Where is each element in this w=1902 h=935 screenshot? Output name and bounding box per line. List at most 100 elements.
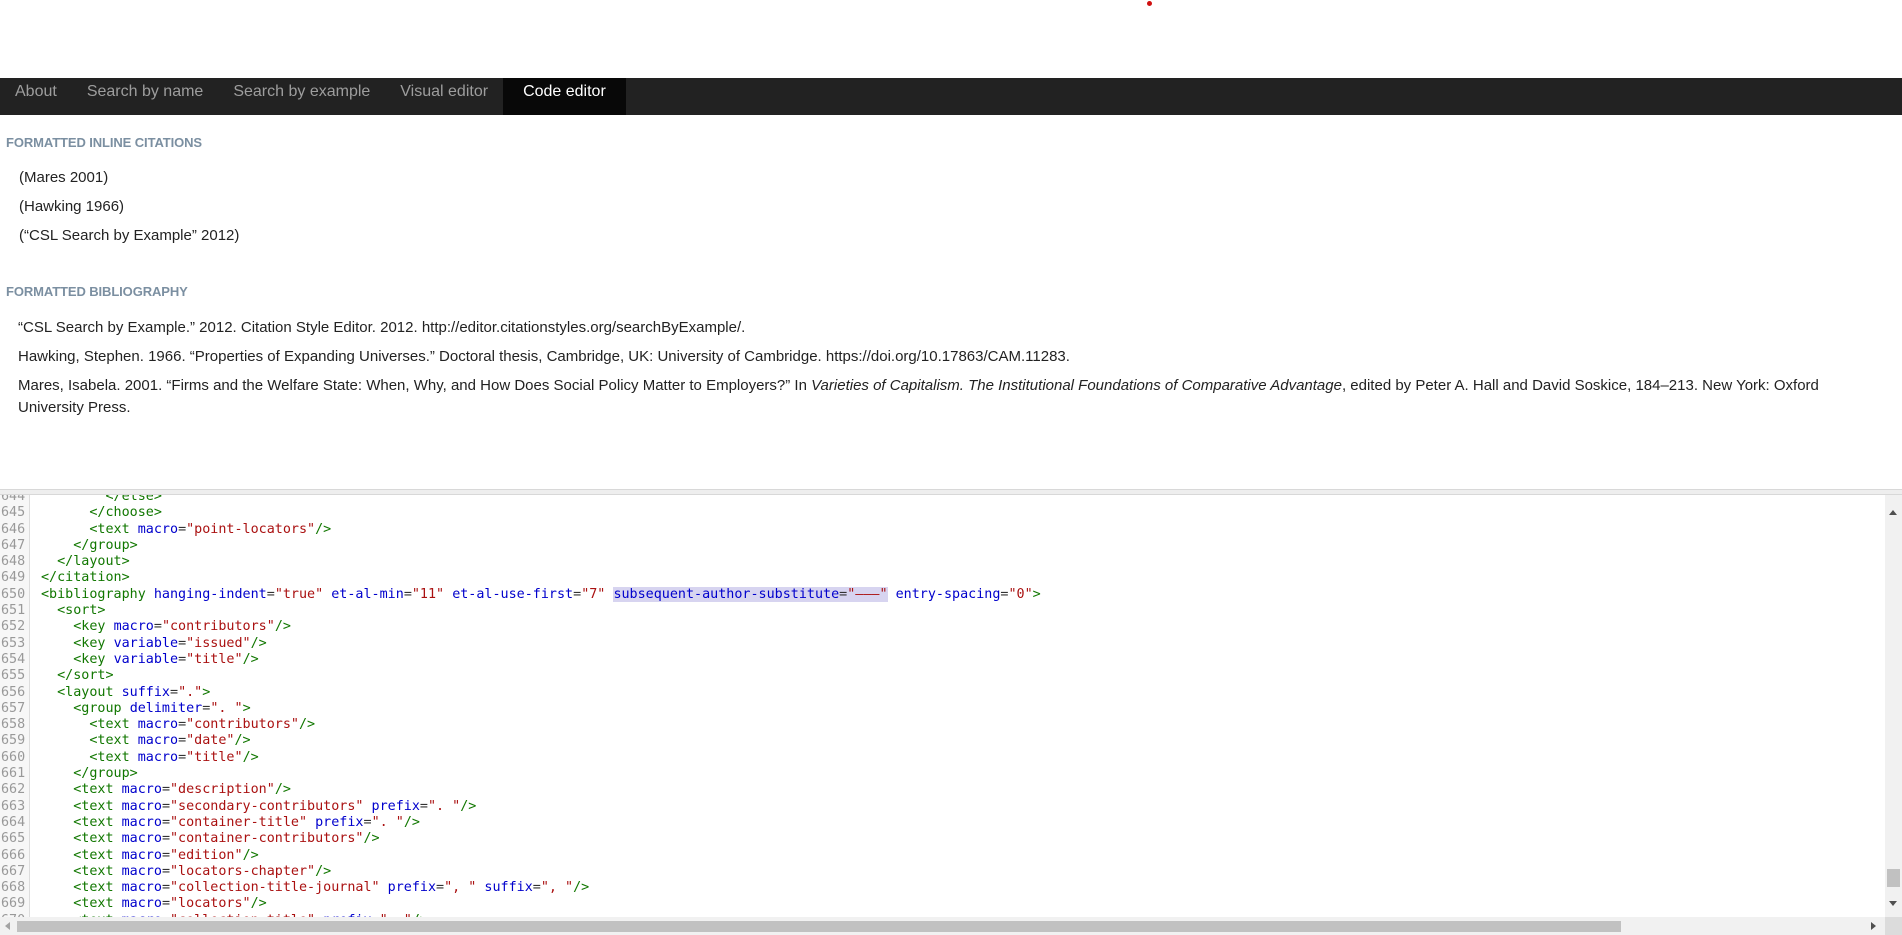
- code-token: =: [363, 814, 372, 830]
- scroll-right-icon[interactable]: [1871, 922, 1876, 930]
- scroll-left-icon[interactable]: [5, 922, 10, 930]
- code-token: "collection-title-journal": [170, 880, 380, 896]
- line-number: 657: [1, 700, 26, 716]
- code-line[interactable]: 666 <text macro="edition"/>: [0, 848, 1880, 864]
- scroll-down-icon[interactable]: [1889, 901, 1897, 906]
- code-line[interactable]: 653 <key variable="issued"/>: [0, 636, 1880, 652]
- tab-visual-editor[interactable]: Visual editor: [385, 78, 503, 115]
- code-line[interactable]: 664 <text macro="container-title" prefix…: [0, 815, 1880, 831]
- code-line[interactable]: 667 <text macro="locators-chapter"/>: [0, 864, 1880, 880]
- code-line[interactable]: 662 <text macro="description"/>: [0, 782, 1880, 798]
- code-line[interactable]: 668 <text macro="collection-title-journa…: [0, 880, 1880, 896]
- code-text[interactable]: <bibliography hanging-indent="true" et-a…: [41, 586, 1041, 603]
- code-text[interactable]: <text macro="point-locators"/>: [41, 522, 331, 538]
- code-editor[interactable]: 644 </else> 645 </choose> 646 <text macro=…: [0, 495, 1902, 917]
- code-token: />: [363, 831, 380, 847]
- code-line[interactable]: 660 <text macro="title"/>: [0, 750, 1880, 766]
- code-line[interactable]: 657 <group delimiter=". ">: [0, 701, 1880, 717]
- code-line[interactable]: 648 </layout>: [0, 554, 1880, 570]
- code-line[interactable]: 645 </choose>: [0, 505, 1880, 521]
- code-token: =: [178, 521, 187, 537]
- horizontal-scrollbar[interactable]: [0, 917, 1885, 935]
- tab-about[interactable]: About: [0, 78, 72, 115]
- code-token: <text: [73, 814, 122, 830]
- scroll-up-icon[interactable]: [1889, 510, 1897, 515]
- code-text[interactable]: <sort>: [41, 603, 105, 619]
- code-line[interactable]: 655 </sort>: [0, 668, 1880, 684]
- horizontal-scroll-thumb[interactable]: [17, 921, 1621, 932]
- code-line[interactable]: 654 <key variable="title"/>: [0, 652, 1880, 668]
- code-token: <key: [73, 635, 114, 651]
- code-token: macro: [121, 847, 162, 863]
- code-text[interactable]: <text macro="secondary-contributors" pre…: [41, 799, 476, 815]
- bibliography-entry-text: Hawking, Stephen. 1966. “Properties of E…: [18, 348, 1070, 365]
- code-text[interactable]: <text macro="container-title" prefix=". …: [41, 815, 420, 831]
- bibliography-entry: Mares, Isabela. 2001. “Firms and the Wel…: [18, 375, 1883, 419]
- scrollbar-corner: [1885, 917, 1902, 935]
- code-text[interactable]: </else>: [41, 495, 162, 505]
- code-text[interactable]: <text macro="locators"/>: [41, 896, 267, 912]
- code-line[interactable]: 665 <text macro="container-contributors"…: [0, 831, 1880, 847]
- red-dot-indicator: [1147, 1, 1152, 6]
- code-token: <text: [89, 749, 138, 765]
- code-line[interactable]: 661 </group>: [0, 766, 1880, 782]
- code-line[interactable]: 644 </else>: [0, 495, 1880, 505]
- code-text[interactable]: <text macro="collection-title-journal" p…: [41, 880, 589, 896]
- code-token: </choose>: [89, 505, 162, 521]
- code-line[interactable]: 659 <text macro="date"/>: [0, 733, 1880, 749]
- line-number: 663: [1, 798, 26, 814]
- bibliography-entry-italic-title: Varieties of Capitalism. The Institution…: [811, 377, 1342, 394]
- tab-search-by-example[interactable]: Search by example: [218, 78, 385, 115]
- code-text[interactable]: <text macro="container-contributors"/>: [41, 831, 380, 847]
- code-text[interactable]: <key macro="contributors"/>: [41, 619, 291, 635]
- code-line[interactable]: 669 <text macro="locators"/>: [0, 896, 1880, 912]
- vertical-scroll-thumb[interactable]: [1887, 869, 1900, 887]
- line-number: 650: [1, 586, 26, 602]
- code-text[interactable]: <text macro="date"/>: [41, 733, 250, 749]
- code-text[interactable]: <key variable="title"/>: [41, 651, 258, 668]
- tab-code-editor[interactable]: Code editor: [503, 78, 626, 115]
- code-token: macro: [121, 798, 162, 814]
- code-line[interactable]: 646 <text macro="point-locators"/>: [0, 522, 1880, 538]
- code-text[interactable]: </group>: [41, 766, 138, 782]
- code-text[interactable]: </sort>: [41, 668, 113, 684]
- code-token: =: [161, 863, 170, 879]
- code-text[interactable]: <text macro="edition"/>: [41, 847, 259, 864]
- code-text[interactable]: <layout suffix=".">: [41, 685, 210, 701]
- selected-code-token: "———": [847, 586, 888, 602]
- code-line[interactable]: 658 <text macro="contributors"/>: [0, 717, 1880, 733]
- code-token: =: [178, 749, 187, 765]
- code-token: "container-title": [170, 814, 308, 830]
- code-token: />: [403, 814, 420, 830]
- code-line[interactable]: 647 </group>: [0, 538, 1880, 554]
- code-line[interactable]: 656 <layout suffix=".">: [0, 685, 1880, 701]
- code-line[interactable]: 663 <text macro="secondary-contributors"…: [0, 799, 1880, 815]
- code-line[interactable]: 649 </citation>: [0, 570, 1880, 586]
- code-text[interactable]: <group delimiter=". ">: [41, 701, 250, 717]
- code-text[interactable]: </choose>: [41, 505, 162, 521]
- code-line[interactable]: 650 <bibliography hanging-indent="true" e…: [0, 586, 1880, 603]
- code-lines[interactable]: 644 </else> 645 </choose> 646 <text macro=…: [0, 495, 1880, 917]
- vertical-scrollbar[interactable]: [1885, 495, 1902, 917]
- code-token: />: [242, 847, 259, 863]
- code-text[interactable]: <key variable="issued"/>: [41, 636, 267, 652]
- code-token: "date": [186, 733, 235, 749]
- code-token: <key: [73, 651, 114, 667]
- code-text[interactable]: <text macro="locators-chapter"/>: [41, 864, 331, 880]
- code-text[interactable]: </layout>: [41, 554, 130, 570]
- bibliography-entry: “CSL Search by Example.” 2012. Citation …: [18, 317, 1883, 339]
- code-token: "secondary-contributors": [170, 798, 364, 814]
- code-text[interactable]: <text macro="description"/>: [41, 782, 291, 798]
- code-line[interactable]: 651 <sort>: [0, 603, 1880, 619]
- code-line[interactable]: 652 <key macro="contributors"/>: [0, 619, 1880, 635]
- code-token: =: [170, 684, 179, 700]
- code-text[interactable]: <text macro="title"/>: [41, 749, 258, 766]
- code-text[interactable]: </group>: [41, 538, 138, 554]
- tab-search-by-name[interactable]: Search by name: [72, 78, 219, 115]
- code-text[interactable]: <text macro="contributors"/>: [41, 717, 315, 733]
- code-text[interactable]: </citation>: [41, 570, 130, 586]
